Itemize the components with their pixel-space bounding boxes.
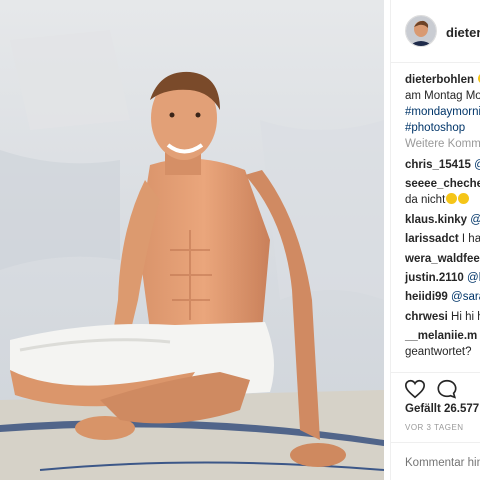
post-timestamp: VOR 3 TAGEN (405, 423, 464, 432)
comment-text: da nicht (405, 194, 446, 207)
comment-username[interactable]: seeee_chechen (405, 178, 480, 190)
post-header: dieterbohlen (391, 0, 480, 63)
comment-text-continued: geantwortet? (405, 346, 472, 359)
comment-username[interactable]: larissadct (405, 233, 459, 245)
comments-list: chris_15415 @m seeee_chechen da nicht kl… (405, 157, 480, 364)
comment: heiidi99 @sara (405, 289, 480, 305)
add-comment-input[interactable] (405, 457, 480, 469)
comment: __melaniie.m @ geantwortet? (405, 328, 480, 360)
post-details-panel: dieterbohlen dieterbohlen am Montag Mo #… (390, 0, 480, 480)
comment-username[interactable]: __melaniie.m (405, 330, 477, 342)
comment-text: Hi hi hi (451, 310, 480, 323)
comment-username[interactable]: chris_15415 (405, 159, 471, 171)
comment: larissadct I hate (405, 231, 480, 247)
likes-count[interactable]: Gefällt 26.577 M (405, 403, 480, 415)
comment-text[interactable]: @e (470, 214, 480, 226)
comment-username[interactable]: wera_waldfee (405, 253, 480, 265)
caption-hashtag[interactable]: #photoshop (405, 120, 480, 136)
comment-text: I hate (461, 233, 480, 246)
comment-text[interactable]: @m (474, 159, 480, 171)
emoji-icon (458, 193, 470, 205)
heart-icon[interactable] (404, 378, 426, 400)
comment-icon[interactable] (436, 378, 458, 400)
comment: wera_waldfee (405, 251, 480, 267)
post-photo-illustration (0, 0, 384, 480)
comment-username[interactable]: chrwesi (405, 311, 448, 323)
header-username[interactable]: dieterbohlen (446, 25, 480, 40)
comment-text[interactable]: @lu (467, 272, 480, 284)
add-comment-bar (391, 442, 480, 480)
comment-username[interactable]: justin.2110 (405, 272, 464, 284)
comment-text[interactable]: @sara (451, 291, 480, 303)
comment: justin.2110 @lu (405, 270, 480, 286)
load-more-comments[interactable]: Weitere Komme (405, 138, 480, 150)
caption-hashtag[interactable]: #mondaymorni (405, 104, 480, 120)
emoji-icon (446, 193, 458, 205)
avatar[interactable] (405, 15, 437, 47)
comment: seeee_chechen da nicht (405, 176, 480, 208)
caption-username[interactable]: dieterbohlen (405, 74, 474, 86)
post-caption: dieterbohlen am Montag Mo #mondaymorni #… (405, 72, 480, 136)
comment-username[interactable]: klaus.kinky (405, 214, 467, 226)
post-photo[interactable] (0, 0, 384, 480)
comment: klaus.kinky @e (405, 212, 480, 228)
comment: chrwesi Hi hi hi (405, 309, 480, 325)
comment: chris_15415 @m (405, 157, 480, 173)
comment-username[interactable]: heiidi99 (405, 291, 448, 303)
caption-text: am Montag Mo (405, 90, 480, 102)
